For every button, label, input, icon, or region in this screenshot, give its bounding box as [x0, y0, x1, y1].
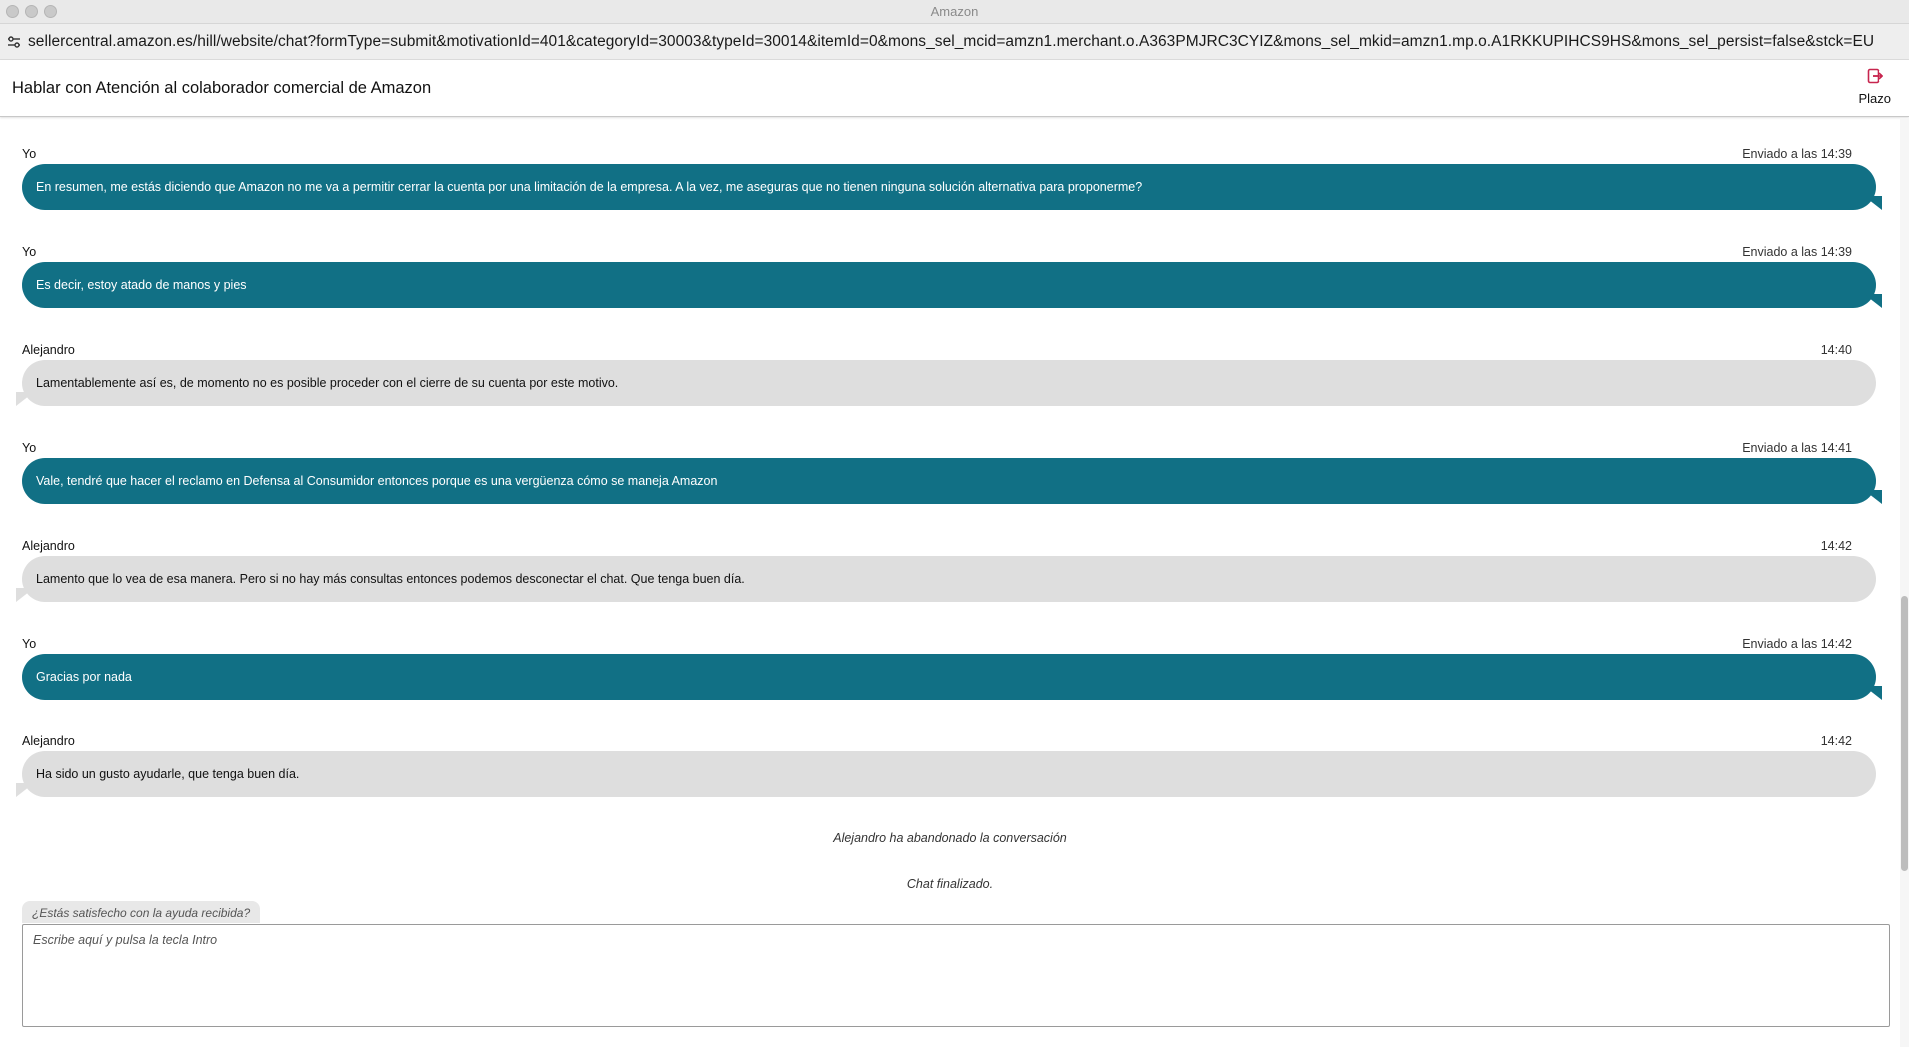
message-time: 14:40 [1820, 343, 1852, 357]
scrollbar-thumb[interactable] [1901, 596, 1908, 871]
message-time: Enviado a las 14:41 [1742, 441, 1852, 455]
bubble-tail [1864, 294, 1882, 308]
message-time: Enviado a las 14:39 [1742, 147, 1852, 161]
message-sender: Yo [22, 147, 37, 161]
scrollbar-track[interactable] [1900, 118, 1909, 1047]
message-time: Enviado a las 14:39 [1742, 245, 1852, 259]
message-bubble-incoming: Lamento que lo vea de esa manera. Pero s… [22, 556, 1876, 602]
chat-ended-notice: Chat finalizado. [906, 877, 994, 891]
deadline-button[interactable]: Plazo [1858, 68, 1891, 106]
message: Alejandro 14:42 Ha sido un gusto ayudarl… [16, 731, 1876, 815]
message-bubble-incoming: Lamentablemente así es, de momento no es… [22, 360, 1876, 406]
close-window-button[interactable] [6, 5, 19, 18]
url-text[interactable]: sellercentral.amazon.es/hill/website/cha… [28, 33, 1874, 51]
message: Alejandro 14:42 Lamento que lo vea de es… [16, 536, 1876, 620]
message-sender: Alejandro [22, 734, 75, 748]
window-titlebar: Amazon [0, 0, 1909, 24]
message-sender: Yo [22, 245, 37, 259]
message-sender: Yo [22, 637, 37, 651]
message: Yo Enviado a las 14:39 Es decir, estoy a… [22, 242, 1882, 326]
exit-icon [1867, 68, 1883, 89]
zoom-window-button[interactable] [44, 5, 57, 18]
agent-left-notice: Alejandro ha abandonado la conversación [833, 831, 1067, 845]
message-bubble-outgoing: En resumen, me estás diciendo que Amazon… [22, 164, 1876, 210]
bubble-tail [16, 783, 34, 797]
message-bubble-incoming: Ha sido un gusto ayudarle, que tenga bue… [22, 751, 1876, 797]
bubble-tail [1864, 686, 1882, 700]
message-list: Yo Enviado a las 14:39 En resumen, me es… [0, 118, 1900, 920]
window-title: Amazon [930, 4, 979, 19]
message-sender: Yo [22, 441, 37, 455]
message-bubble-outgoing: Vale, tendré que hacer el reclamo en Def… [22, 458, 1876, 504]
bubble-tail [16, 588, 34, 602]
message-time: Enviado a las 14:42 [1742, 637, 1852, 651]
message-time: 14:42 [1820, 734, 1852, 748]
message-bubble-outgoing: Es decir, estoy atado de manos y pies [22, 262, 1876, 308]
bubble-tail [1864, 490, 1882, 504]
message: Yo Enviado a las 14:42 Gracias por nada [22, 634, 1882, 718]
chat-title: Hablar con Atención al colaborador comer… [12, 79, 432, 97]
message: Yo Enviado a las 14:39 En resumen, me es… [22, 144, 1882, 228]
message-bubble-outgoing: Gracias por nada [22, 654, 1876, 700]
chat-message-input[interactable] [22, 924, 1890, 1027]
minimize-window-button[interactable] [25, 5, 38, 18]
message-sender: Alejandro [22, 343, 75, 357]
address-bar[interactable]: sellercentral.amazon.es/hill/website/cha… [0, 24, 1909, 60]
bubble-tail [1864, 196, 1882, 210]
satisfaction-prompt[interactable]: ¿Estás satisfecho con la ayuda recibida? [22, 901, 261, 923]
site-settings-icon[interactable] [0, 24, 28, 60]
window-controls [6, 5, 57, 18]
message: Alejandro 14:40 Lamentablemente así es, … [16, 340, 1876, 424]
message: Yo Enviado a las 14:41 Vale, tendré que … [22, 438, 1882, 522]
message-sender: Alejandro [22, 539, 75, 553]
message-time: 14:42 [1820, 539, 1852, 553]
bubble-tail [16, 392, 34, 406]
chat-header: Hablar con Atención al colaborador comer… [0, 60, 1909, 117]
deadline-label: Plazo [1858, 91, 1891, 106]
